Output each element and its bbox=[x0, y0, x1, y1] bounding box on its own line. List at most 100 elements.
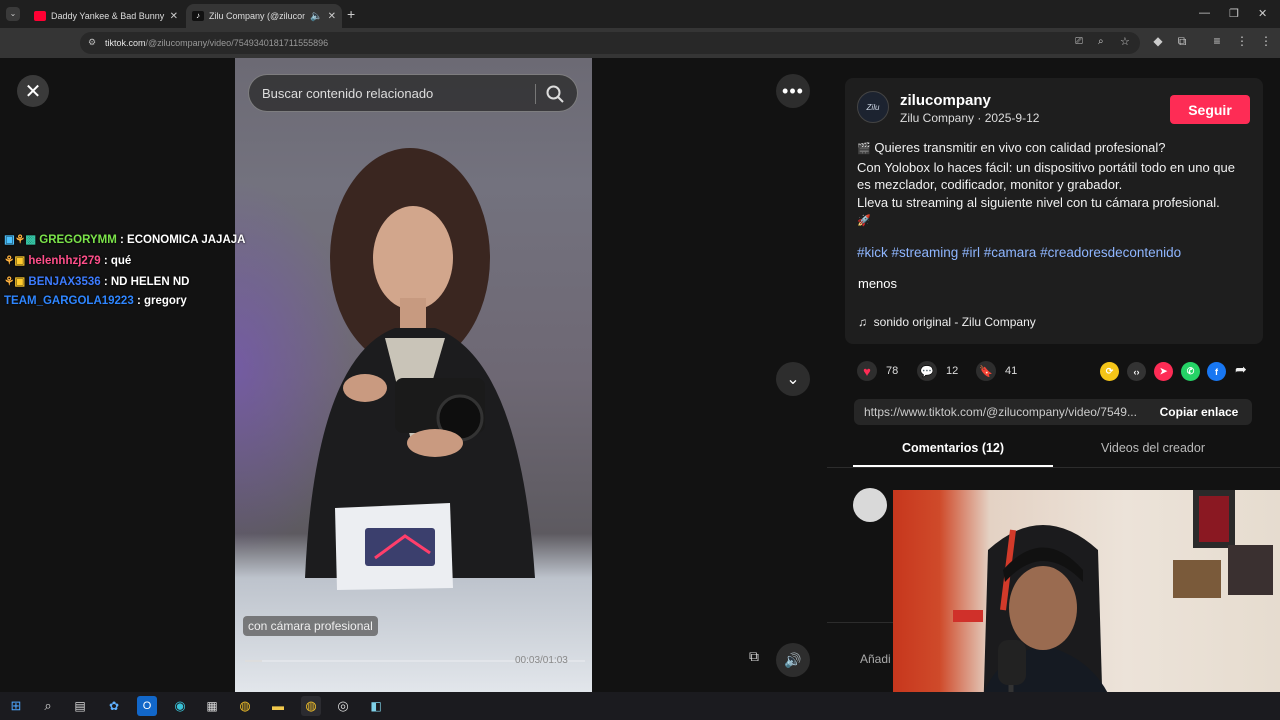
window-close-icon[interactable]: ✕ bbox=[1258, 7, 1267, 20]
browser-tab-youtube[interactable]: Daddy Yankee & Bad Bunny - V ✕ bbox=[28, 4, 184, 28]
url-field[interactable]: ⚙ tiktok.com/@zilucompany/video/75493401… bbox=[80, 32, 1140, 54]
show-less-button[interactable]: menos bbox=[858, 276, 897, 291]
browser-menu-icon[interactable]: ⋮ bbox=[1257, 34, 1275, 48]
webcam-feed bbox=[953, 490, 1273, 720]
browser-tab-tiktok[interactable]: ♪ Zilu Company (@zilucompa 🔈 ✕ bbox=[186, 4, 342, 28]
close-icon[interactable]: ✕ bbox=[17, 75, 49, 107]
minimize-icon[interactable]: — bbox=[1199, 7, 1210, 19]
media-control-icon[interactable]: ≡ bbox=[1208, 34, 1226, 48]
post-date: 2025-9-12 bbox=[984, 111, 1040, 125]
video-caption: con cámara profesional bbox=[243, 616, 378, 636]
username[interactable]: zilucompany bbox=[900, 92, 991, 109]
send-icon[interactable]: ➤ bbox=[1154, 362, 1173, 381]
avatar[interactable] bbox=[853, 488, 887, 522]
restore-icon[interactable]: ❐ bbox=[1229, 7, 1239, 20]
youtube-icon bbox=[34, 11, 46, 21]
share-arrow-icon[interactable]: ➦ bbox=[1235, 361, 1247, 378]
avatar[interactable]: Zilu bbox=[857, 91, 889, 123]
share-link-text: https://www.tiktok.com/@zilucompany/vide… bbox=[864, 405, 1137, 419]
chat-badge-icon: ⚘ bbox=[4, 255, 15, 267]
save-button[interactable]: 🔖 41 bbox=[976, 361, 1017, 381]
video-frame bbox=[305, 148, 535, 590]
close-tab-icon[interactable]: ✕ bbox=[170, 11, 178, 22]
add-comment-area[interactable]: Añadi bbox=[827, 622, 897, 692]
zoom-icon[interactable]: ⌕ bbox=[1098, 36, 1104, 47]
tab-list-icon[interactable]: ⌄ bbox=[6, 7, 20, 21]
description-line: Lleva tu streaming al siguiente nivel co… bbox=[857, 194, 1220, 210]
speaker-icon[interactable]: 🔈 bbox=[310, 11, 322, 22]
description-line: Quieres transmitir en vivo con calidad p… bbox=[874, 140, 1166, 155]
chat-text: : qué bbox=[103, 255, 132, 267]
video-timecode: 00:03/01:03 bbox=[515, 655, 568, 666]
search-icon[interactable] bbox=[545, 84, 565, 104]
volume-icon[interactable]: 🔊 bbox=[776, 643, 810, 677]
music-note-icon: ♫ bbox=[858, 315, 867, 329]
description-line: Con Yolobox lo haces fácil: un dispositi… bbox=[857, 159, 1235, 193]
comment-count: 12 bbox=[946, 365, 959, 377]
chat-user: TEAM_GARGOLA19223 bbox=[4, 295, 134, 307]
chat-message: ▣⚘▩ GREGORYMM : ECONOMICA JAJAJA bbox=[4, 232, 245, 246]
chat-text: : gregory bbox=[136, 295, 187, 307]
chat-badge-icon: ▩ bbox=[25, 234, 37, 246]
facebook-icon[interactable]: f bbox=[1207, 362, 1226, 381]
post-description: 🎬 Quieres transmitir en vivo con calidad… bbox=[857, 139, 1252, 231]
whatsapp-icon[interactable]: ✆ bbox=[1181, 362, 1200, 381]
close-tab-icon[interactable]: ✕ bbox=[328, 11, 336, 22]
like-count: 78 bbox=[886, 365, 899, 377]
repost-icon[interactable]: ⟳ bbox=[1100, 362, 1119, 381]
tab-divider bbox=[827, 467, 1280, 468]
bookmark-star-icon[interactable]: ☆ bbox=[1120, 35, 1130, 48]
chat-message: ⚘▣ helenhhzj279 : qué bbox=[4, 253, 131, 267]
embed-icon[interactable]: ‹› bbox=[1127, 362, 1146, 381]
outlook-icon[interactable]: O bbox=[137, 696, 157, 716]
edge-icon[interactable]: ◉ bbox=[170, 696, 190, 716]
music-link[interactable]: ♫ sonido original - Zilu Company bbox=[858, 315, 1036, 329]
comment-button[interactable]: 💬 12 bbox=[917, 361, 958, 381]
app-icon[interactable]: ◧ bbox=[366, 696, 386, 716]
chat-badge-icon: ⚘ bbox=[14, 234, 26, 246]
extensions-puzzle-icon[interactable]: ⧉ bbox=[1173, 34, 1191, 49]
save-count: 41 bbox=[1005, 365, 1018, 377]
like-button[interactable]: ♥ 78 bbox=[857, 361, 898, 381]
chat-text: : ND HELEN ND bbox=[103, 276, 190, 288]
chat-message: ⚘▣ BENJAX3536 : ND HELEN ND bbox=[4, 274, 189, 288]
obs-icon[interactable]: ◎ bbox=[333, 696, 353, 716]
tiktok-icon: ♪ bbox=[192, 11, 204, 21]
profile-icon[interactable]: ⋮ bbox=[1233, 34, 1251, 48]
chrome-active-icon[interactable]: ◍ bbox=[301, 696, 321, 716]
chat-badge-icon: ⚘ bbox=[4, 276, 15, 288]
cast-icon[interactable]: ⎚ bbox=[1075, 36, 1083, 47]
task-view-icon[interactable]: ▤ bbox=[70, 696, 90, 716]
new-tab-button[interactable]: + bbox=[347, 6, 355, 22]
more-options-icon[interactable]: ••• bbox=[776, 74, 810, 108]
follow-button[interactable]: Seguir bbox=[1170, 95, 1250, 124]
copilot-icon[interactable]: ✿ bbox=[104, 696, 124, 716]
pip-icon[interactable]: ⧉ bbox=[740, 648, 768, 672]
next-video-chevron-icon[interactable]: ⌄ bbox=[776, 362, 810, 396]
tab-creator-videos[interactable]: Videos del creador bbox=[1053, 441, 1253, 455]
tab-comments[interactable]: Comentarios (12) bbox=[853, 441, 1053, 455]
file-explorer-icon[interactable]: ▬ bbox=[268, 696, 288, 716]
chat-user: GREGORYMM bbox=[39, 234, 117, 246]
chrome-icon[interactable]: ◍ bbox=[235, 696, 255, 716]
comment-bubble-icon: 💬 bbox=[917, 361, 937, 381]
windows-start-icon[interactable]: ⊞ bbox=[6, 696, 26, 716]
copy-link-button[interactable]: Copiar enlace bbox=[1150, 399, 1248, 425]
store-icon[interactable]: ▦ bbox=[202, 696, 222, 716]
hashtags[interactable]: #kick #streaming #irl #camara #creadores… bbox=[857, 245, 1181, 260]
search-placeholder: Buscar contenido relacionado bbox=[262, 85, 434, 101]
heart-icon: ♥ bbox=[857, 361, 877, 381]
url-path: /@zilucompany/video/7549340181711555896 bbox=[145, 38, 329, 48]
chat-text: : ECONOMICA JAJAJA bbox=[120, 234, 246, 246]
extension-icon[interactable]: ◆ bbox=[1149, 34, 1167, 48]
site-info-icon[interactable]: ⚙ bbox=[88, 37, 96, 48]
search-divider bbox=[535, 84, 536, 104]
chat-user: BENJAX3536 bbox=[28, 276, 101, 288]
related-search-input[interactable]: Buscar contenido relacionado bbox=[248, 74, 578, 112]
rocket-emoji-icon: 🚀 bbox=[857, 215, 871, 227]
chat-badge-icon: ▣ bbox=[14, 255, 26, 267]
video-player[interactable] bbox=[235, 58, 592, 692]
tab-title: Daddy Yankee & Bad Bunny - V bbox=[51, 11, 165, 21]
add-comment-placeholder: Añadi bbox=[860, 652, 891, 666]
search-icon[interactable]: ⌕ bbox=[38, 696, 58, 716]
